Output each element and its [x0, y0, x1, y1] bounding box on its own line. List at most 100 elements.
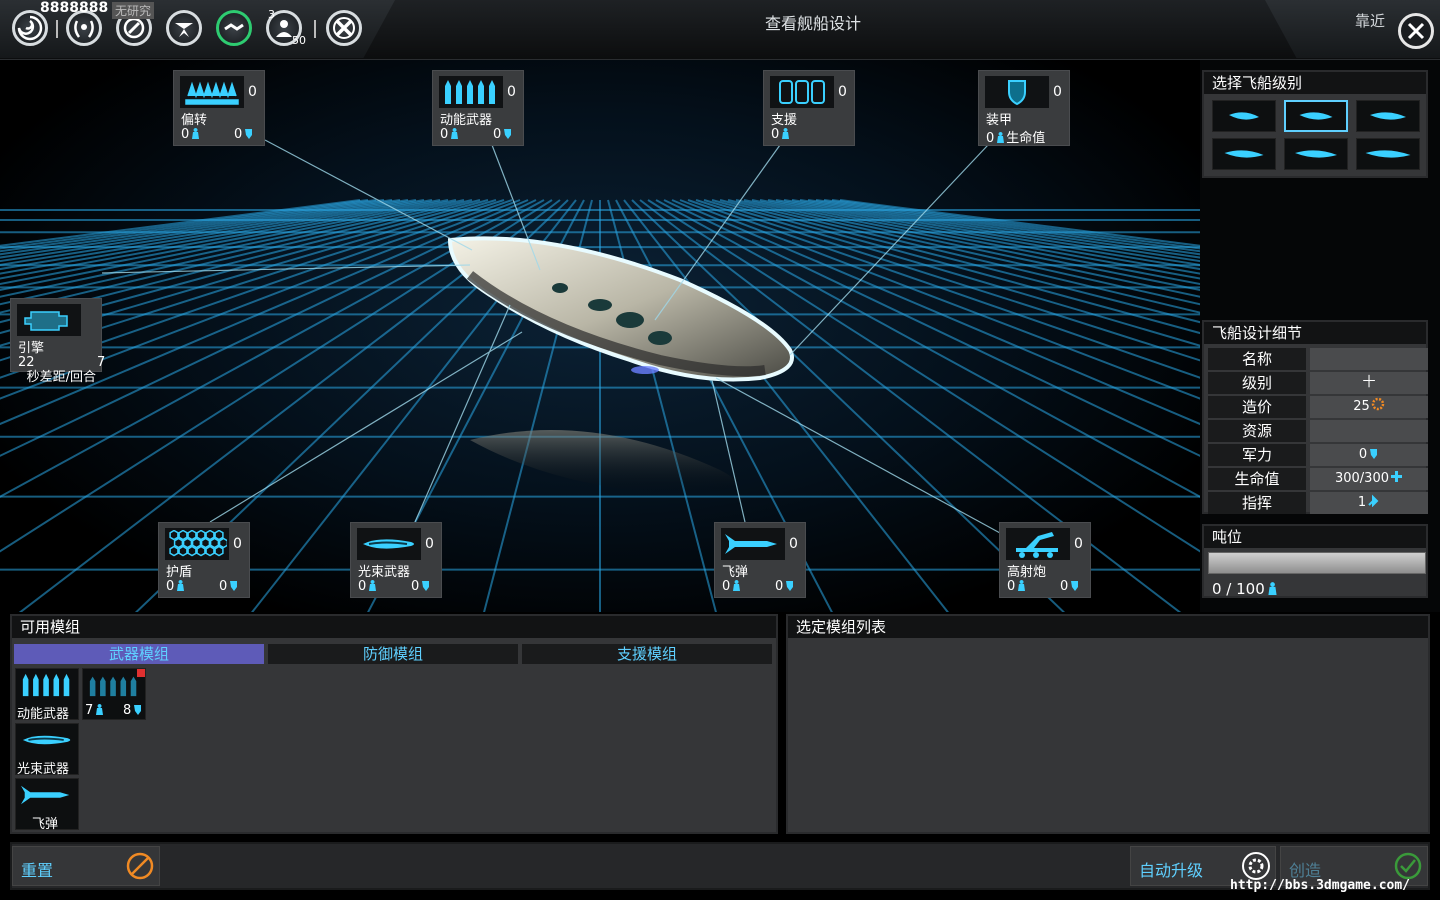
- hex-cell: [169, 530, 179, 541]
- slot-deflect[interactable]: 0 偏转 0 0: [173, 70, 265, 146]
- bottom-action-bar: 重置 自动升级 创造: [10, 842, 1430, 890]
- detail-value-text: 300/300: [1334, 471, 1389, 486]
- beam-weapon-icon: [16, 724, 78, 756]
- weight-icon: [451, 128, 459, 139]
- slot-tonnage-value: 0: [166, 579, 175, 594]
- slot-tonnage: 0: [722, 579, 742, 594]
- slot-beam[interactable]: 0 光束武器 0 0: [350, 522, 442, 598]
- slot-tonnage-value: 0: [771, 127, 780, 142]
- weight-icon: [782, 128, 790, 139]
- flak-cannon-icon: [1006, 528, 1070, 560]
- zoom-button[interactable]: 靠近: [1355, 10, 1385, 31]
- slot-missile[interactable]: 0 飞弹 0 0: [714, 522, 806, 598]
- module-missile[interactable]: 飞弹: [15, 778, 79, 832]
- tab-defense-modules[interactable]: 防御模组: [268, 644, 518, 664]
- hex-cell: [191, 537, 202, 549]
- hex-cell: [218, 537, 227, 549]
- detail-row: 指挥 1: [1208, 492, 1428, 514]
- weight-icon: [733, 580, 741, 591]
- slot-tonnage: 0: [166, 579, 186, 594]
- ship-viewport[interactable]: 0 偏转 0 0 0 动能武器 0 0 0 支援 0 0 装甲 0 生命值 引擎 …: [0, 60, 1200, 612]
- hex-cell: [173, 537, 184, 549]
- slot-power-value: 0: [411, 579, 420, 594]
- deflect-icon: [180, 76, 244, 108]
- weight-icon: [369, 580, 377, 591]
- module-kinetic-weapon[interactable]: 动能武器: [15, 668, 79, 722]
- slot-label: 引擎: [18, 341, 45, 356]
- tab-support-modules[interactable]: 支援模组: [522, 644, 772, 664]
- fist-icon: [1370, 449, 1378, 459]
- slot-tonnage-value: 0: [722, 579, 731, 594]
- ship-class-option[interactable]: [1284, 138, 1348, 170]
- new-indicator: [137, 669, 145, 677]
- fist-icon: [422, 581, 430, 591]
- ship-class-option[interactable]: [1356, 138, 1420, 170]
- hex-cell: [196, 545, 206, 557]
- watermark: http://bbs.3dmgame.com/: [1230, 878, 1411, 893]
- slot-tonnage-value: 0: [181, 127, 190, 142]
- slot-flak[interactable]: 0 高射炮 0 0: [999, 522, 1091, 598]
- hex-cell: [205, 545, 215, 557]
- slot-label: 高射炮: [1007, 565, 1047, 580]
- slot-count: 0: [233, 536, 242, 552]
- slot-power: 0: [234, 127, 254, 142]
- ship-class-icon: [1295, 150, 1337, 158]
- ship-class-option[interactable]: [1212, 100, 1276, 132]
- detail-value-text: 1: [1357, 495, 1367, 510]
- detail-value-text: 十: [1362, 375, 1376, 390]
- slot-label: 支援: [771, 113, 798, 128]
- tonnage-readout: 0 / 100: [1212, 580, 1279, 598]
- slot-power: 0: [411, 579, 431, 594]
- slot-engine[interactable]: 引擎 22 7: [10, 298, 105, 372]
- engine-unit-label: 秒差距/回合: [26, 370, 96, 385]
- missile-icon: [16, 779, 78, 811]
- detail-value: 300/300: [1310, 468, 1428, 490]
- kinetic-weapon-dim-icon: [83, 669, 145, 701]
- detail-value-text: 0: [1358, 447, 1368, 462]
- ship-class-option[interactable]: [1356, 100, 1420, 132]
- slot-power-value: 0: [493, 127, 502, 142]
- hex-cell: [200, 537, 211, 549]
- slot-shield[interactable]: 0 护盾 0 0: [158, 522, 250, 598]
- slot-tonnage-value: 0: [440, 127, 449, 142]
- slot-label: 护盾: [166, 565, 193, 580]
- slot-tonnage-value: 0: [358, 579, 367, 594]
- slot-kinetic[interactable]: 0 动能武器 0 0: [432, 70, 524, 146]
- shield-armor-icon: [985, 76, 1049, 108]
- hex-cell: [182, 537, 193, 549]
- reset-button[interactable]: 重置: [12, 846, 160, 886]
- missile-icon: [721, 528, 785, 560]
- hex-cell: [214, 545, 224, 557]
- close-icon: [1407, 22, 1425, 40]
- slot-power: 0: [493, 127, 513, 142]
- slot-power-value: 0: [775, 579, 784, 594]
- module-beam-weapon[interactable]: 光束武器: [15, 723, 79, 777]
- slot-power: 0: [219, 579, 239, 594]
- detail-value: [1310, 420, 1428, 442]
- module-kinetic-weapon-upgrade[interactable]: 7 8: [82, 668, 146, 720]
- detail-value: 1: [1310, 492, 1428, 514]
- hex-cell: [169, 545, 179, 557]
- slot-armor[interactable]: 0 装甲 0 生命值: [978, 70, 1070, 146]
- detail-value[interactable]: [1310, 348, 1428, 370]
- detail-row[interactable]: 名称: [1208, 348, 1428, 370]
- prohibit-icon: [126, 852, 154, 880]
- details-panel-title: 飞船设计细节: [1204, 322, 1426, 344]
- tonnage-bar: [1208, 552, 1426, 574]
- slot-support[interactable]: 0 支援 0: [763, 70, 855, 146]
- slot-label: 装甲: [986, 113, 1013, 128]
- available-modules-panel: 可用模组 武器模组 防御模组 支援模组 动能武器 7 8 光束武器 飞弹: [10, 614, 778, 834]
- slot-count: 0: [507, 84, 516, 100]
- slot-power: 0: [775, 579, 795, 594]
- tab-weapon-modules[interactable]: 武器模组: [14, 644, 264, 664]
- ship-class-option[interactable]: [1212, 138, 1276, 170]
- detail-key: 军力: [1208, 444, 1306, 466]
- detail-value: 25: [1310, 396, 1428, 418]
- detail-key: 级别: [1208, 372, 1306, 394]
- slot-tonnage: 0: [181, 127, 201, 142]
- ship-class-option[interactable]: [1284, 100, 1348, 132]
- close-button[interactable]: [1398, 13, 1434, 49]
- slot-tonnage: 0: [771, 127, 791, 142]
- slot-tonnage-value: 0: [1007, 579, 1016, 594]
- slot-count: 0: [1053, 84, 1062, 100]
